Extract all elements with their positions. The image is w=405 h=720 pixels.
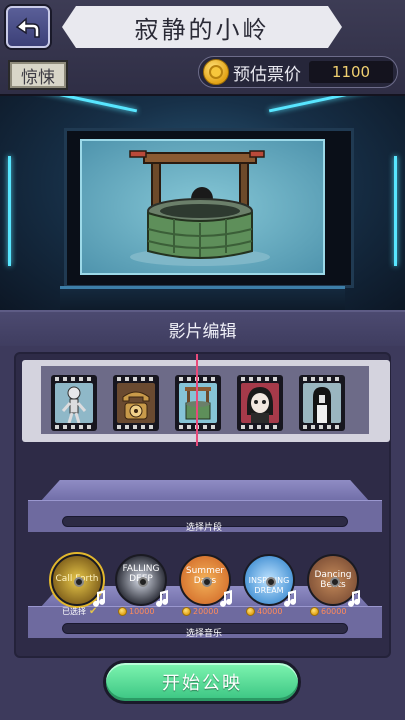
price-text: 60000 [321,606,347,616]
price-text: 10000 [129,606,155,616]
coin-icon [203,59,229,85]
cinema-screen [80,139,325,275]
top-bar: 寂静的小岭 惊悚 预估票价 1100 [0,0,405,96]
music-price-3: 20000 [182,605,218,617]
neon-light [28,96,138,113]
music-price-2: 10000 [118,605,154,617]
clip-slot-2[interactable] [113,375,159,431]
music-price-4: 40000 [246,605,282,617]
film-strip-track [41,366,369,434]
coin-icon [182,606,191,616]
neon-light [268,96,378,113]
coin-icon [310,606,319,616]
price-label: 预估票价 [233,64,301,85]
coin-icon [246,606,255,616]
clip-slot-3[interactable] [175,375,221,431]
well-icon [179,383,217,423]
back-arrow-icon [15,17,40,38]
music-note-icon [220,590,232,607]
playhead-marker[interactable] [196,354,198,446]
price-value: 1100 [309,61,393,83]
theater-view [0,96,405,314]
music-note-icon [284,590,296,607]
selected-status: 已选择 ✔ [62,606,97,617]
long-hair-ghost-icon [303,383,341,423]
music-shelf-label: 选择音乐 [185,629,222,639]
disc-hole [202,577,212,587]
neon-light [394,156,397,266]
disc-hole [266,577,276,587]
price-text: 40000 [257,606,283,616]
disc-hole [138,577,148,587]
genre-tag: 惊悚 [8,60,68,90]
neon-light [8,156,11,266]
skeleton-icon [55,383,93,423]
disc-hole [74,577,84,587]
clip-slot-5[interactable] [299,375,345,431]
stage-edge [60,286,345,289]
film-strip [22,360,390,442]
disc-hole [330,577,340,587]
haunted-well-icon [129,150,270,266]
music-price-5: 60000 [310,605,346,617]
movie-title-banner: 寂静的小岭 [62,6,342,48]
ghost-girl-icon [241,383,279,423]
price-text: 20000 [193,606,219,616]
estimated-price-box: 预估票价 1100 [198,56,398,88]
clip-slot-4[interactable] [237,375,283,431]
panel-title: 影片编辑 [0,310,405,346]
coin-icon [118,606,127,616]
music-note-icon [348,590,360,607]
start-screening-button[interactable]: 开始公映 [103,660,301,704]
selected-text: 已选择 [62,607,86,616]
checkmark-icon: ✔ [89,606,98,617]
clip-slot-1[interactable] [51,375,97,431]
clip-shelf-label: 选择片段 [185,523,222,533]
music-note-icon [156,590,168,607]
movie-title: 寂静的小岭 [134,15,270,44]
clip-shelf-top [40,480,370,502]
rotary-phone-icon [117,383,155,423]
back-button[interactable] [6,6,50,48]
